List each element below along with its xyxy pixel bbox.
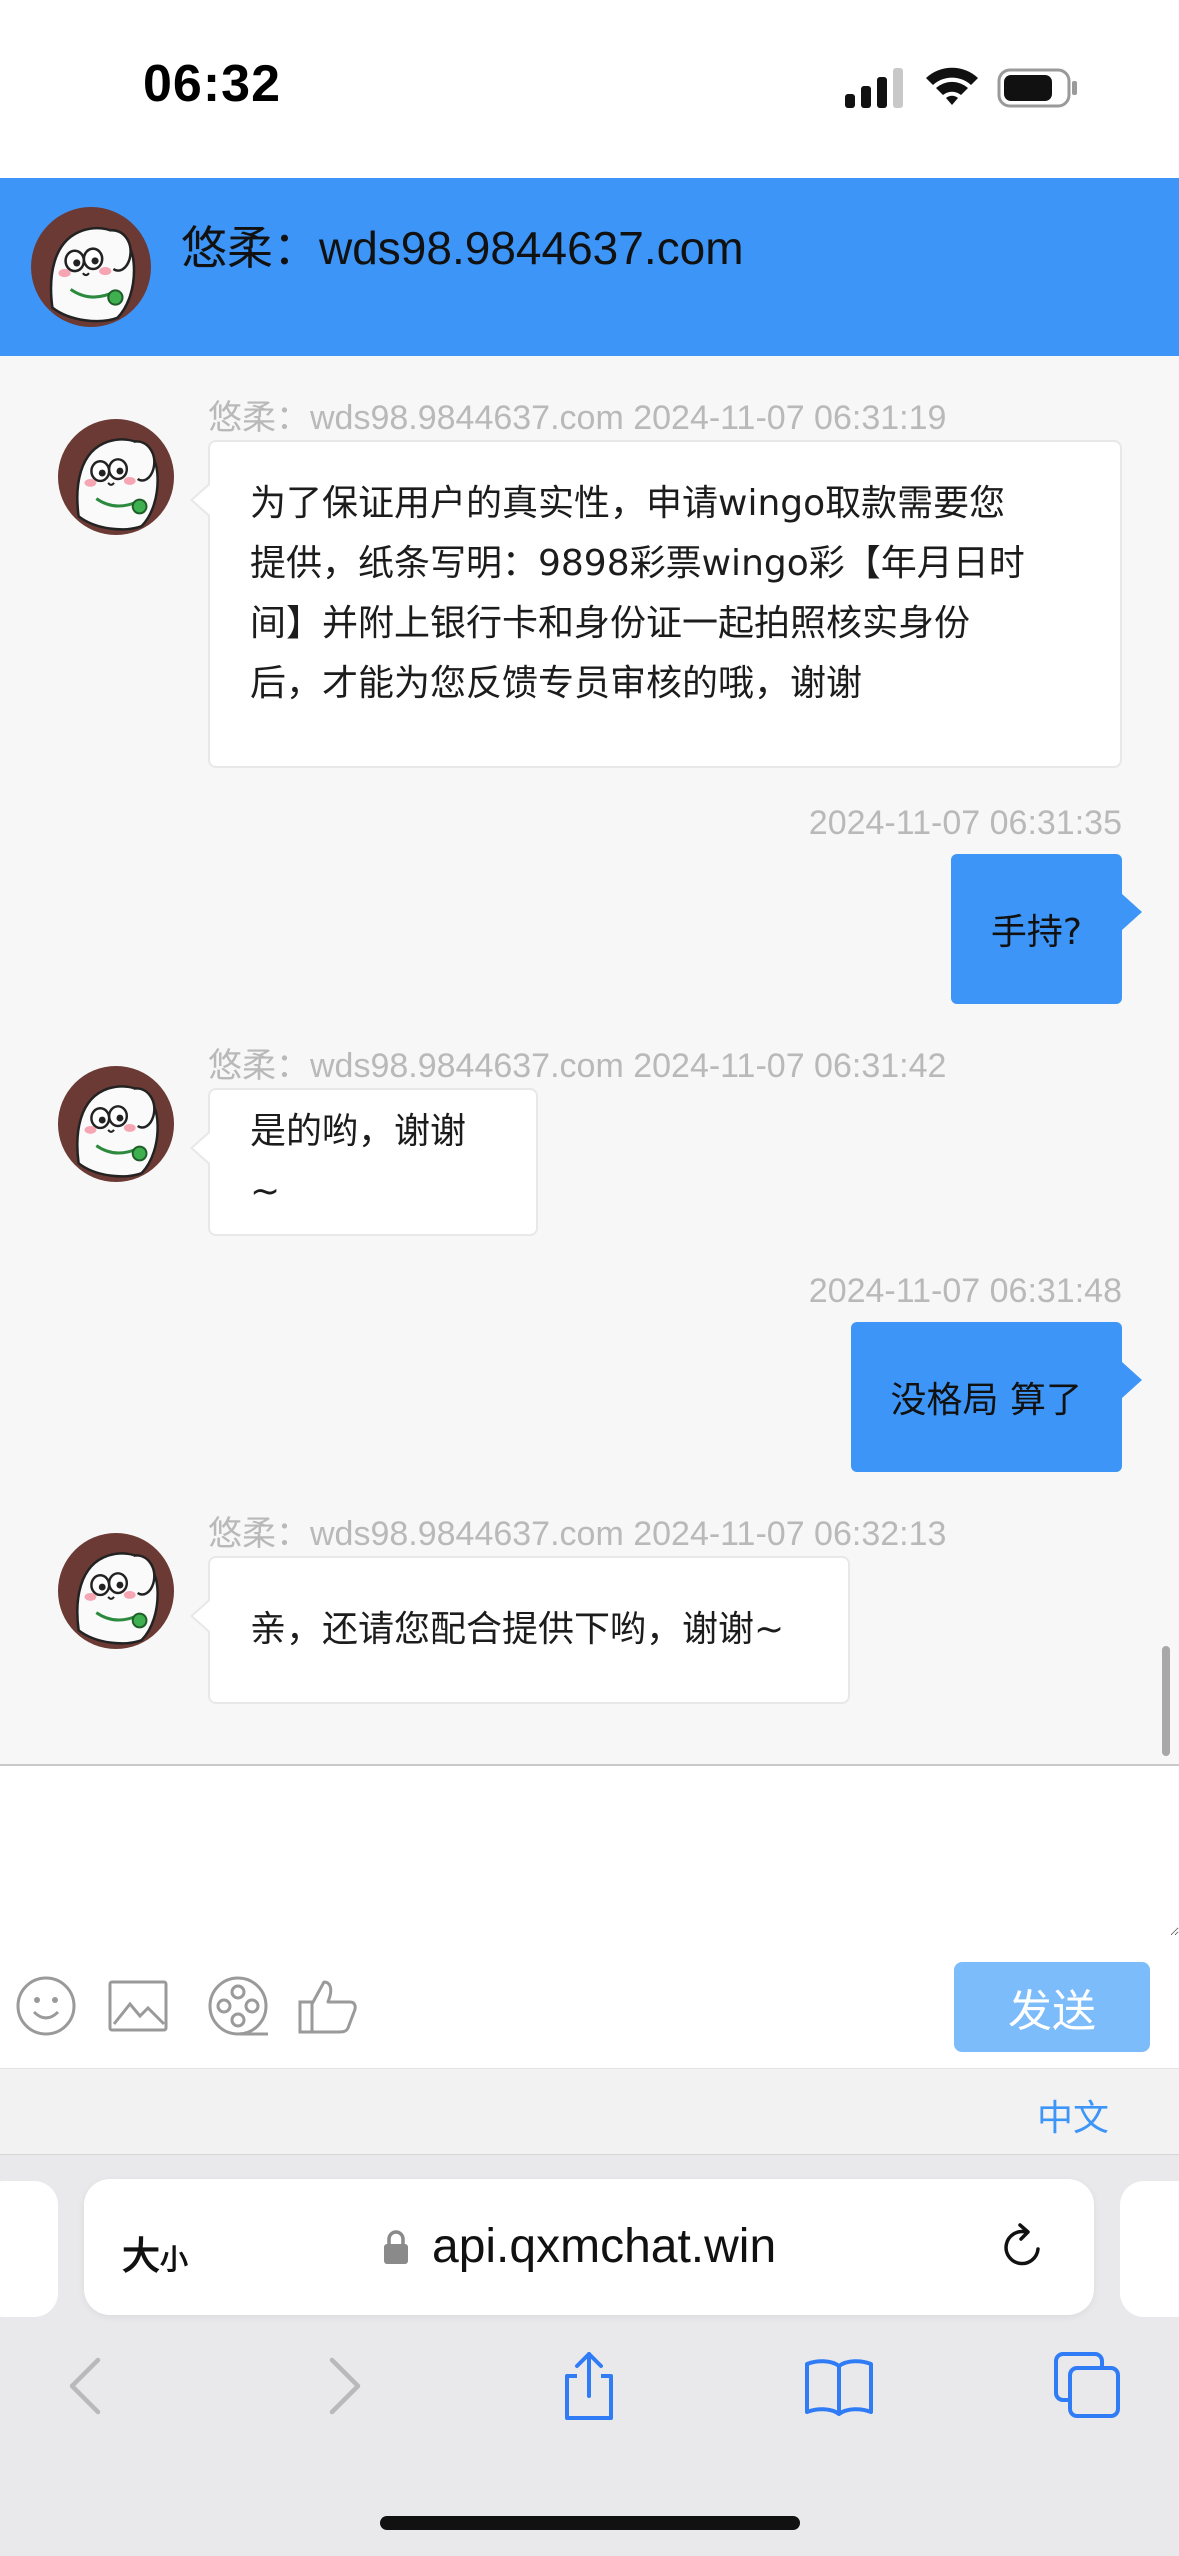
incoming-message: 为了保证用户的真实性，申请wingo取款需要您 提供，纸条写明：9898彩票wi…: [190, 440, 1122, 768]
share-icon[interactable]: [553, 2350, 625, 2422]
text-size-label-small: 小: [160, 2243, 189, 2276]
language-switch-link[interactable]: 中文: [1037, 2089, 1109, 2141]
message-text: 是的哟，谢谢~: [250, 1111, 467, 1212]
home-indicator: [380, 2516, 800, 2530]
message-meta: 悠柔：wds98.9844637.com 2024-11-07 06:31:19: [208, 399, 947, 437]
message-text-line: 间】并附上银行卡和身份证一起拍照核实身份: [250, 603, 971, 644]
incoming-message: 是的哟，谢谢~: [190, 1088, 538, 1236]
composer: 发送: [0, 1764, 1179, 2068]
video-icon[interactable]: [206, 1974, 270, 2038]
chat-header: 悠柔：wds98.9844637.com: [0, 178, 1179, 356]
scrollbar-thumb[interactable]: [1162, 1646, 1170, 1756]
text-size-button[interactable]: 大小: [122, 2225, 188, 2280]
outgoing-message: 没格局 算了: [850, 1322, 1143, 1472]
message-text-line: 后，才能为您反馈专员审核的哦，谢谢: [250, 663, 863, 704]
incoming-message: 亲，还请您配合提供下哟，谢谢~: [190, 1556, 850, 1704]
outgoing-message: 手持?: [950, 854, 1143, 1004]
message-text: 没格局 算了: [890, 1380, 1082, 1421]
battery-icon: [997, 68, 1077, 108]
wifi-icon: [926, 67, 978, 105]
thumbs-up-icon[interactable]: [296, 1974, 360, 2038]
agent-avatar: [30, 206, 152, 328]
message-meta: 悠柔：wds98.9844637.com 2024-11-07 06:31:42: [208, 1047, 947, 1085]
message-text: 亲，还请您配合提供下哟，谢谢~: [250, 1609, 785, 1650]
next-tab-peek[interactable]: [1120, 2181, 1179, 2317]
agent-avatar: [57, 418, 175, 536]
tabs-icon[interactable]: [1052, 2350, 1124, 2422]
forward-icon[interactable]: [306, 2350, 378, 2422]
address-bar[interactable]: 大小 api.qxmchat.win: [84, 2179, 1094, 2315]
message-text: 手持?: [990, 912, 1082, 953]
previous-tab-peek[interactable]: [0, 2181, 58, 2317]
chat-title: 悠柔：wds98.9844637.com: [181, 222, 744, 274]
agent-avatar: [57, 1065, 175, 1183]
send-button[interactable]: 发送: [954, 1962, 1150, 2052]
emoji-icon[interactable]: [14, 1974, 78, 2038]
message-input[interactable]: [0, 1766, 1179, 1936]
status-bar: 06:32: [0, 0, 1179, 178]
message-text-line: 提供，纸条写明：9898彩票wingo彩【年月日时: [250, 543, 1025, 584]
message-text-line: 为了保证用户的真实性，申请wingo取款需要您: [250, 483, 1006, 524]
bookmarks-icon[interactable]: [803, 2350, 875, 2422]
reload-icon[interactable]: [996, 2221, 1048, 2273]
message-meta: 悠柔：wds98.9844637.com 2024-11-07 06:32:13: [208, 1515, 947, 1553]
back-icon[interactable]: [52, 2350, 124, 2422]
agent-avatar: [57, 1532, 175, 1650]
cellular-signal-icon: [845, 68, 903, 108]
lock-icon: [384, 2230, 408, 2264]
language-bar: 中文: [0, 2068, 1179, 2154]
text-size-label-big: 大: [122, 2234, 161, 2278]
message-meta: 2024-11-07 06:31:48: [808, 1272, 1122, 1310]
image-icon[interactable]: [106, 1974, 170, 2038]
status-time: 06:32: [143, 55, 281, 113]
url-text: api.qxmchat.win: [432, 2220, 777, 2273]
message-meta: 2024-11-07 06:31:35: [808, 804, 1122, 842]
